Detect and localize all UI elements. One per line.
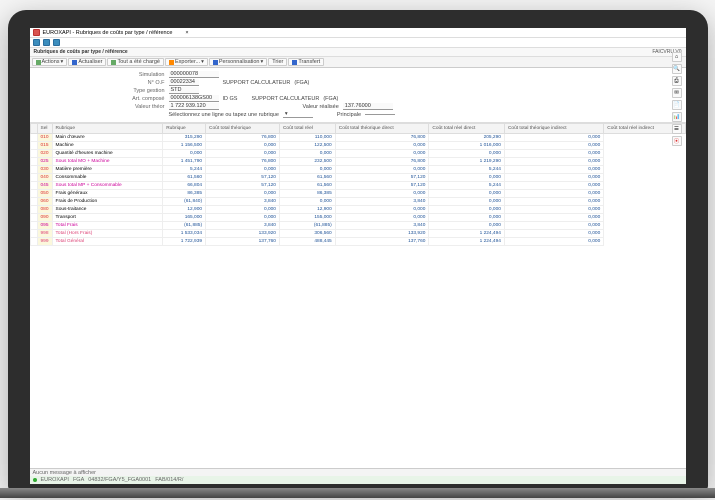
principale-field[interactable] xyxy=(365,114,395,115)
of-label: N° O.F xyxy=(110,80,165,86)
personalisation-button[interactable]: Personnalisation ▾ xyxy=(209,58,267,66)
search-icon[interactable]: 🔍 xyxy=(672,64,682,74)
rubrique-selector[interactable]: ▾ xyxy=(283,111,313,118)
table-row[interactable]: 060Frais de Production(61,840)3,8400,000… xyxy=(30,198,685,206)
valeur-theo-label: Valeur théor xyxy=(110,104,165,110)
art-compose-field[interactable]: 000006138GS00 xyxy=(169,95,219,102)
sort-button[interactable]: Trier xyxy=(268,58,287,66)
doc-icon[interactable]: 📄 xyxy=(672,100,682,110)
valeur-realisee-field: 137.76000 xyxy=(343,103,393,110)
table-row[interactable]: 045Sous total MP + Consommable66,80457,1… xyxy=(30,182,685,190)
redo-icon[interactable] xyxy=(53,39,60,46)
cost-grid[interactable]: SelRubriqueRubriqueCoût total théoriqueC… xyxy=(30,123,686,246)
col-header[interactable]: Rubrique xyxy=(163,124,206,134)
home-icon[interactable]: ⌂ xyxy=(672,52,682,62)
side-toolbar: ⌂ 🔍 ⎙ ✉ 📄 📊 ☰ ⦿ xyxy=(672,52,684,146)
undo-icon[interactable] xyxy=(43,39,50,46)
print-icon[interactable]: ⎙ xyxy=(672,76,682,86)
table-row[interactable]: 015Machine1 156,5000,000122,5000,0001 01… xyxy=(30,142,685,150)
page-title: Rubriques de coûts par type / référence xyxy=(34,49,128,55)
window-title: EUROXAPI - Rubriques de coûts par type /… xyxy=(43,30,173,36)
status-bar: EUROXAPI FGA 04832/FGA/Y5_FGA0001 FAB/01… xyxy=(30,476,686,484)
col-header[interactable]: Rubrique xyxy=(52,124,163,134)
refresh-button[interactable]: Actualiser xyxy=(68,58,106,66)
message-bar: Aucun message à afficher xyxy=(30,468,686,476)
col-header[interactable]: Coût total réel direct xyxy=(429,124,505,134)
select-row-label: Sélectionnez une ligne ou tapez une rubr… xyxy=(169,112,279,118)
of-field[interactable]: 00022334 xyxy=(169,79,199,86)
table-row[interactable]: 998Total (Hors Frais)1 533,034133,920306… xyxy=(30,230,685,238)
list-icon[interactable]: ☰ xyxy=(672,124,682,134)
col-header[interactable]: Coût total théorique direct xyxy=(335,124,429,134)
col-header[interactable]: Coût total théorique indirect xyxy=(504,124,603,134)
table-row[interactable]: 020Quantité d'heures machine0,0000,0000,… xyxy=(30,150,685,158)
quick-access xyxy=(30,38,686,48)
status-dot-icon xyxy=(33,478,37,482)
table-row[interactable]: 050Frais généraux86,3850,00086,3850,0000… xyxy=(30,190,685,198)
valeur-theo-field: 1 722 939.120 xyxy=(169,103,219,110)
type-gestion-field[interactable]: STD xyxy=(169,87,199,94)
loaded-button[interactable]: Tout a été chargé xyxy=(107,58,164,66)
col-header[interactable] xyxy=(30,124,37,134)
transfer-button[interactable]: Transfert xyxy=(288,58,324,66)
col-header[interactable]: Coût total théorique xyxy=(206,124,280,134)
mail-icon[interactable]: ✉ xyxy=(672,88,682,98)
title-bar: EUROXAPI - Rubriques de coûts par type /… xyxy=(30,28,686,38)
save-icon[interactable] xyxy=(33,39,40,46)
art-compose-label: Art. composé xyxy=(110,96,165,102)
zoom-icon[interactable]: ⦿ xyxy=(672,136,682,146)
table-row[interactable]: 095Total Frais(61,885)3,840(61,885)3,840… xyxy=(30,222,685,230)
app-icon xyxy=(33,29,40,36)
table-row[interactable]: 040Consommable61,56057,12061,56057,1200,… xyxy=(30,174,685,182)
table-row[interactable]: 090Transport165,0000,000155,0000,0000,00… xyxy=(30,214,685,222)
main-toolbar: Actions ▾ Actualiser Tout a été chargé E… xyxy=(30,57,686,68)
type-gestion-label: Type gestion xyxy=(110,88,165,94)
col-header[interactable]: Coût total réel xyxy=(279,124,335,134)
table-row[interactable]: 010Main d'œuvre315,29076,800110,00076,80… xyxy=(30,134,685,142)
table-row[interactable]: 025Sous total MO + Machine1 451,79076,80… xyxy=(30,158,685,166)
export-button[interactable]: Exporter... ▾ xyxy=(165,58,208,66)
simulation-label: Simulation xyxy=(110,72,165,78)
table-row[interactable]: 999Total Général1 722,939137,760488,4451… xyxy=(30,238,685,246)
chart-icon[interactable]: 📊 xyxy=(672,112,682,122)
col-header[interactable]: Sel xyxy=(37,124,52,134)
message-text: Aucun message à afficher xyxy=(33,470,97,476)
table-row[interactable]: 080Sous-traitance12,9000,00012,9000,0000… xyxy=(30,206,685,214)
table-row[interactable]: 030Matière première5,2440,0000,0000,0005… xyxy=(30,166,685,174)
header-form: Simulation000000078 N° O.F00022334SUPPOR… xyxy=(30,68,686,123)
simulation-field[interactable]: 000000078 xyxy=(169,71,219,78)
actions-button[interactable]: Actions ▾ xyxy=(32,58,68,66)
